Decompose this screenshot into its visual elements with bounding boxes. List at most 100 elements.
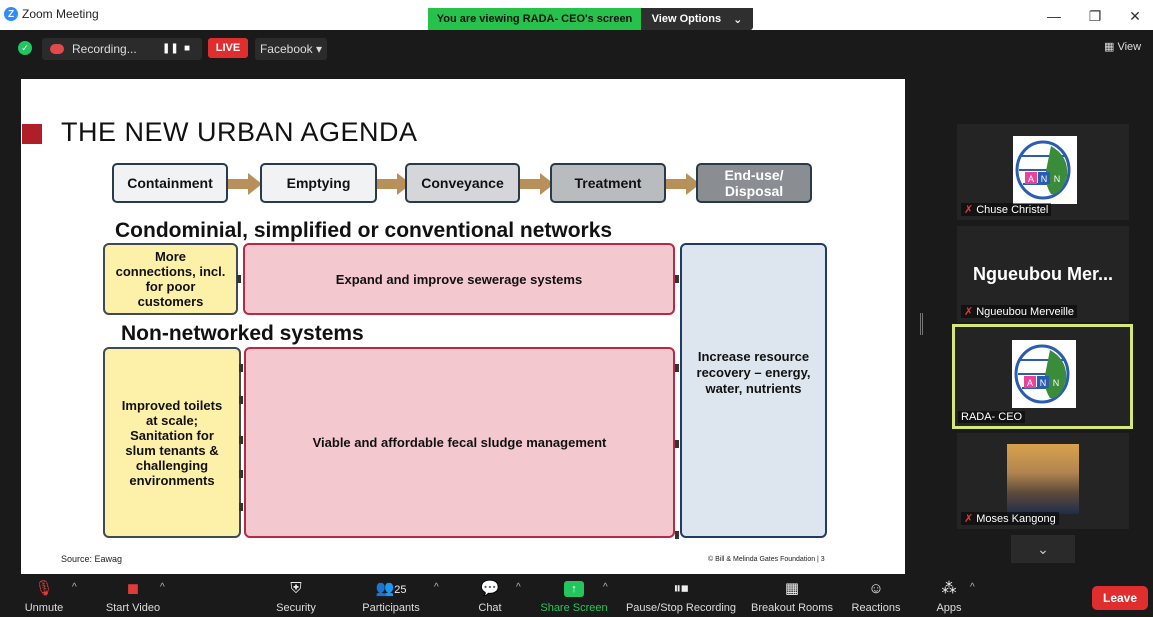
apps-button[interactable]: ⁂ Apps: [932, 577, 966, 615]
pause-record-icon[interactable]: ❚❚: [162, 43, 179, 54]
participant-tile[interactable]: A N N ✗ Chuse Christel: [957, 124, 1129, 220]
more-connections-box: More connections, incl. for poor custome…: [103, 243, 238, 315]
video-options-caret[interactable]: ^: [160, 582, 165, 593]
slide-source: Source: Eawag: [61, 554, 123, 564]
chat-label: Chat: [478, 602, 502, 614]
connector-tick: [237, 275, 241, 283]
start-video-label: Start Video: [105, 602, 161, 614]
chat-options-caret[interactable]: ^: [516, 582, 521, 593]
pause-stop-icon: ⏸⏹: [673, 580, 689, 597]
pause-stop-recording-label: Pause/Stop Recording: [625, 602, 737, 614]
window-titlebar: Z Zoom Meeting You are viewing RADA- CEO…: [0, 0, 1153, 30]
stage-end-use-disposal: End-use/ Disposal: [696, 163, 812, 203]
livestream-target-dropdown[interactable]: Facebook ▾: [255, 38, 327, 60]
muted-mic-icon: ✗: [964, 204, 974, 216]
audio-options-caret[interactable]: ^: [72, 582, 77, 593]
encryption-shield-icon[interactable]: ✓: [18, 41, 32, 55]
unmute-label: Unmute: [24, 602, 64, 614]
stage-containment: Containment: [112, 163, 228, 203]
muted-mic-icon: ✗: [964, 306, 974, 318]
share-screen-button[interactable]: ↑ Share Screen: [538, 577, 610, 615]
chevron-down-icon: ⌄: [733, 13, 743, 26]
stage-conveyance: Conveyance: [405, 163, 520, 203]
svg-text:N: N: [1053, 378, 1060, 388]
share-options-caret[interactable]: ^: [603, 582, 608, 593]
active-speaker-tile[interactable]: A N N RADA- CEO: [952, 324, 1133, 429]
section-non-networked-heading: Non-networked systems: [121, 322, 364, 345]
connector-tick: [675, 440, 679, 448]
unmute-button[interactable]: 🎙 Unmute: [18, 577, 70, 615]
breakout-rooms-label: Breakout Rooms: [751, 602, 833, 614]
smiley-icon: ☺: [868, 580, 884, 597]
view-label: View: [1117, 41, 1142, 53]
participant-name: Ngueubou Merveille: [976, 305, 1075, 318]
title-accent-square: [22, 124, 42, 144]
view-button[interactable]: ▦ View: [1104, 40, 1141, 53]
chat-button[interactable]: 💬 Chat: [470, 577, 510, 615]
recording-label: Recording...: [72, 42, 137, 56]
breakout-rooms-icon: ▦: [784, 580, 800, 597]
participants-count: 25: [394, 584, 407, 596]
slide-footer: © Bill & Melinda Gates Foundation | 3: [708, 556, 825, 563]
arrow-right-icon: [666, 173, 700, 195]
apps-options-caret[interactable]: ^: [970, 582, 975, 593]
minimize-button[interactable]: —: [1043, 8, 1065, 24]
participants-button[interactable]: 👥25 Participants: [357, 577, 425, 615]
connector-tick: [239, 470, 243, 478]
viewing-screen-banner: You are viewing RADA- CEO's screen: [428, 8, 641, 30]
connector-tick: [239, 396, 243, 404]
svg-text:A: A: [1028, 174, 1034, 184]
arrow-right-icon: [520, 173, 554, 195]
slide-title: THE NEW URBAN AGENDA: [61, 117, 418, 147]
scroll-participants-down-button[interactable]: ⌄: [1011, 535, 1075, 563]
svg-text:N: N: [1040, 378, 1047, 388]
view-options-button[interactable]: View Options ⌄: [641, 8, 753, 30]
shield-icon: ⛨: [290, 580, 302, 597]
connector-tick: [675, 275, 679, 283]
restore-button[interactable]: ❐: [1084, 8, 1106, 24]
svg-text:N: N: [1041, 174, 1048, 184]
pause-stop-recording-button[interactable]: ⏸⏹ Pause/Stop Recording: [624, 577, 738, 615]
leave-button[interactable]: Leave: [1092, 586, 1148, 610]
muted-mic-icon: ✗: [964, 513, 974, 525]
connector-tick: [675, 531, 679, 539]
arrow-right-icon: [228, 173, 262, 195]
participant-name: Moses Kangong: [976, 512, 1056, 525]
svg-text:A: A: [1027, 378, 1033, 388]
stage-emptying: Emptying: [260, 163, 377, 203]
share-screen-icon: ↑: [538, 577, 610, 601]
zoom-logo-icon: Z: [4, 7, 18, 21]
start-video-button[interactable]: ◼ Start Video: [100, 577, 166, 615]
participants-options-caret[interactable]: ^: [434, 582, 439, 593]
resource-recovery-box: Increase resource recovery – energy, wat…: [680, 243, 827, 538]
connector-tick: [675, 364, 679, 372]
connector-tick: [239, 364, 243, 372]
organization-logo: A N N: [1013, 136, 1077, 204]
stage-treatment: Treatment: [550, 163, 666, 203]
close-button[interactable]: ✕: [1124, 8, 1146, 24]
participant-name: RADA- CEO: [961, 411, 1023, 423]
security-button[interactable]: ⛨ Security: [270, 577, 322, 615]
window-title: Zoom Meeting: [22, 7, 99, 21]
live-badge: LIVE: [208, 38, 248, 58]
participants-icon: 👥25: [375, 580, 407, 597]
apps-label: Apps: [936, 602, 962, 614]
connector-tick: [239, 436, 243, 444]
stop-record-icon[interactable]: ■: [184, 43, 190, 54]
grid-view-icon: ▦: [1104, 41, 1115, 53]
participants-label: Participants: [362, 602, 420, 614]
muted-mic-icon: 🎙: [34, 580, 54, 597]
improved-toilets-box: Improved toilets at scale; Sanitation fo…: [103, 347, 241, 538]
panel-resize-handle[interactable]: [920, 313, 923, 335]
participant-tile[interactable]: Ngueubou Mer... ✗ Ngueubou Merveille: [957, 226, 1129, 322]
breakout-rooms-button[interactable]: ▦ Breakout Rooms: [748, 577, 836, 615]
cloud-record-icon: [50, 44, 64, 54]
participant-name-tag: ✗ Chuse Christel: [961, 203, 1052, 216]
participant-name-tag: RADA- CEO: [958, 411, 1026, 423]
participant-name: Chuse Christel: [976, 203, 1049, 216]
participant-tile[interactable]: ✗ Moses Kangong: [957, 433, 1129, 529]
participant-display-name: Ngueubou Mer...: [972, 264, 1113, 284]
reactions-button[interactable]: ☺ Reactions: [848, 577, 904, 615]
participant-name-tag: ✗ Moses Kangong: [961, 512, 1059, 525]
view-options-label: View Options: [651, 13, 722, 25]
